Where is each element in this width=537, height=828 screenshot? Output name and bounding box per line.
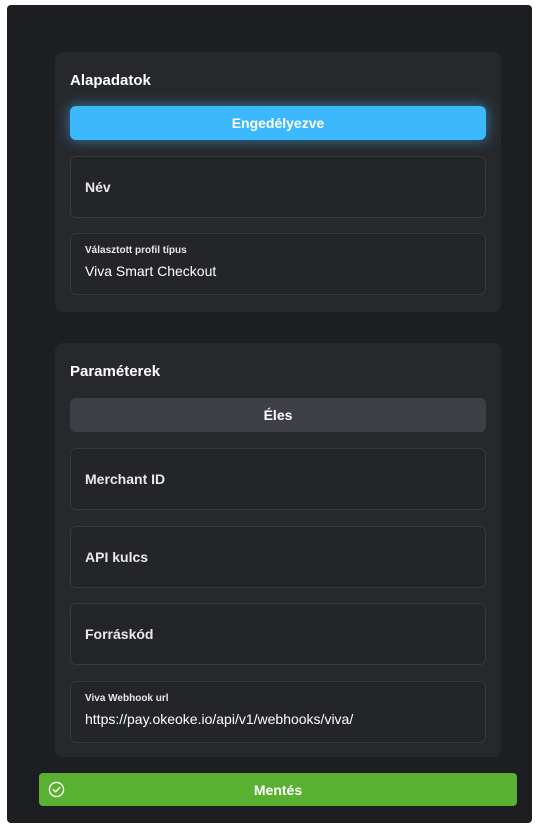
source-code-field[interactable]: Forráskód	[70, 603, 486, 665]
profile-type-select[interactable]: Választott profil típus Viva Smart Check…	[70, 233, 486, 295]
webhook-url-field[interactable]: Viva Webhook url https://pay.okeoke.io/a…	[70, 681, 486, 743]
api-key-placeholder: API kulcs	[85, 549, 149, 565]
basic-data-card: Alapadatok Engedélyezve Név Választott p…	[55, 52, 501, 312]
enabled-toggle-button[interactable]: Engedélyezve	[70, 106, 486, 140]
name-field[interactable]: Név	[70, 156, 486, 218]
source-code-placeholder: Forráskód	[85, 626, 154, 642]
parameters-card: Paraméterek Éles Merchant ID API kulcs F…	[55, 343, 501, 757]
profile-type-value: Viva Smart Checkout	[85, 263, 217, 279]
api-key-field[interactable]: API kulcs	[70, 526, 486, 588]
profile-type-label: Választott profil típus	[85, 245, 187, 256]
name-field-placeholder: Név	[85, 179, 111, 195]
webhook-url-label: Viva Webhook url	[85, 693, 169, 704]
merchant-id-placeholder: Merchant ID	[85, 471, 166, 487]
webhook-url-value: https://pay.okeoke.io/api/v1/webhooks/vi…	[85, 711, 354, 727]
environment-toggle-button[interactable]: Éles	[70, 398, 486, 432]
save-button[interactable]: Mentés	[39, 773, 517, 806]
save-button-label: Mentés	[253, 781, 303, 798]
settings-panel: Alapadatok Engedélyezve Név Választott p…	[7, 5, 532, 823]
merchant-id-field[interactable]: Merchant ID	[70, 448, 486, 510]
basic-data-title: Alapadatok	[70, 72, 151, 89]
parameters-title: Paraméterek	[70, 363, 161, 380]
